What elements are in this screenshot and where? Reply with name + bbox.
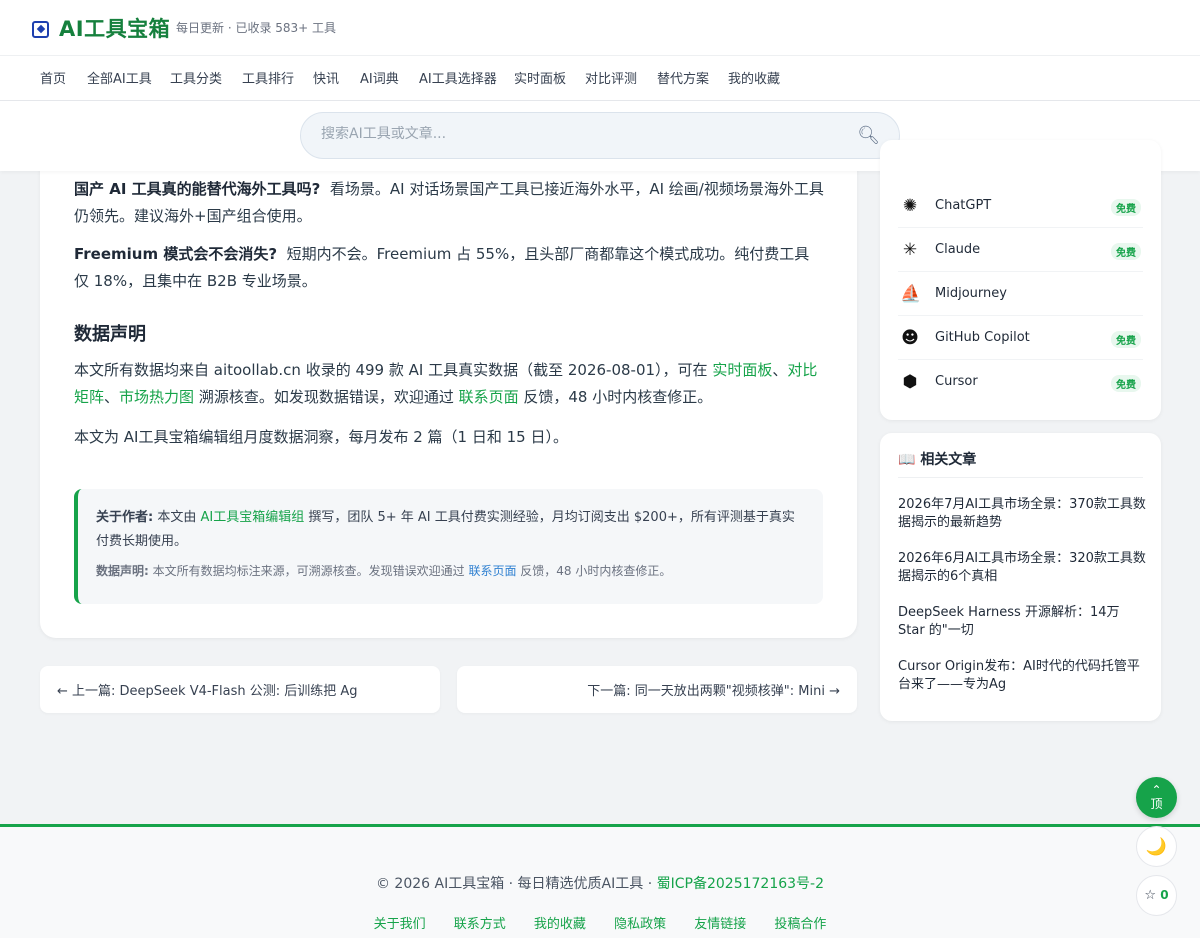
footer-link-about[interactable]: 关于我们 bbox=[374, 917, 426, 932]
author-link[interactable]: AI工具宝箱编辑组 bbox=[200, 510, 304, 525]
note-text: 反馈，48 小时内核查修正。 bbox=[516, 564, 672, 578]
author-text: 本文由 bbox=[153, 510, 201, 525]
footer-link-contact[interactable]: 联系方式 bbox=[454, 917, 506, 932]
separator: 、 bbox=[104, 388, 120, 406]
related-articles-card: 📖 相关文章 2026年7月AI工具市场全景：370款工具数据揭示的最新趋势 2… bbox=[880, 433, 1161, 721]
nav-item-alternatives[interactable]: 替代方案 bbox=[657, 68, 709, 87]
related-article-item[interactable]: DeepSeek Harness 开源解析：14万 Star 的"一切 bbox=[898, 604, 1148, 640]
author-info: 关于作者: 本文由 AI工具宝箱编辑组 撰写，团队 5+ 年 AI 工具付费实测… bbox=[96, 506, 804, 554]
copyright: © 2026 AI工具宝箱 · 每日精选优质AI工具 · 蜀ICP备202517… bbox=[0, 873, 1200, 893]
article-card: 国产 AI 工具真的能替代海外工具吗? 看场景。AI 对话场景国产工具已接近海外… bbox=[40, 120, 857, 638]
logo-text[interactable]: AI工具宝箱 bbox=[59, 13, 170, 43]
free-badge: 免费 bbox=[1111, 199, 1141, 216]
free-badge: 免费 bbox=[1111, 375, 1141, 392]
tool-item-github-copilot[interactable]: ☻ GitHub Copilot 免费 bbox=[898, 316, 1143, 360]
footer-link-friends[interactable]: 友情链接 bbox=[694, 917, 746, 932]
nav-item-news[interactable]: 快讯 bbox=[313, 68, 339, 87]
search-icon[interactable]: 🔍︎ bbox=[857, 125, 880, 146]
separator: 、 bbox=[772, 361, 788, 379]
chevron-up-icon: ⌃ bbox=[1151, 783, 1162, 797]
tool-name: GitHub Copilot bbox=[935, 330, 1030, 345]
footer-link-submit[interactable]: 投稿合作 bbox=[774, 917, 826, 932]
nav-item-live-dashboard[interactable]: 实时面板 bbox=[514, 68, 566, 87]
section-heading: 数据声明 bbox=[74, 324, 146, 345]
site-footer: © 2026 AI工具宝箱 · 每日精选优质AI工具 · 蜀ICP备202517… bbox=[0, 824, 1200, 938]
paragraph-text: 反馈，48 小时内核查修正。 bbox=[518, 388, 713, 406]
site-tagline: 每日更新 · 已收录 583+ 工具 bbox=[176, 21, 337, 35]
note-text: 本文所有数据均标注来源，可溯源核查。发现错误欢迎通过 bbox=[148, 564, 469, 578]
faq-question-1: 国产 AI 工具真的能替代海外工具吗? bbox=[74, 180, 321, 198]
tool-name: ChatGPT bbox=[935, 198, 992, 213]
book-icon: 📖 bbox=[898, 452, 916, 468]
tool-name: Claude bbox=[935, 242, 981, 257]
tool-item-claude[interactable]: ✳ Claude 免费 bbox=[898, 228, 1143, 272]
favorites-button[interactable]: ☆ 0 bbox=[1136, 875, 1177, 916]
main-nav: 首页 全部AI工具 工具分类 工具排行 快讯 AI词典 AI工具选择器 实时面板… bbox=[0, 56, 1200, 101]
faq-answer-2: Freemium 模式会不会消失? 短期内不会。Freemium 占 55%，且… bbox=[74, 241, 824, 295]
note-label: 数据声明: bbox=[96, 564, 149, 578]
author-data-note: 数据声明: 本文所有数据均标注来源，可溯源核查。发现错误欢迎通过 联系页面 反馈… bbox=[96, 562, 804, 579]
claude-icon: ✳ bbox=[902, 240, 918, 260]
tool-item-midjourney[interactable]: ⛵ Midjourney bbox=[898, 272, 1143, 316]
search-box[interactable]: 🔍︎ bbox=[300, 112, 900, 159]
github-copilot-icon: ☻ bbox=[901, 328, 919, 348]
nav-item-home[interactable]: 首页 bbox=[40, 68, 66, 87]
moon-icon: 🌙 bbox=[1145, 837, 1168, 857]
footer-link-favorites[interactable]: 我的收藏 bbox=[534, 917, 586, 932]
copyright-text: © 2026 AI工具宝箱 · 每日精选优质AI工具 · bbox=[375, 876, 657, 892]
footer-links: 关于我们 联系方式 我的收藏 隐私政策 友情链接 投稿合作 bbox=[0, 913, 1200, 932]
author-label: 关于作者: bbox=[96, 510, 154, 525]
popular-tools-card: ✺ ChatGPT 免费 ✳ Claude 免费 ⛵ Midjourney ☻ … bbox=[880, 140, 1161, 420]
note-contact-link[interactable]: 联系页面 bbox=[468, 564, 516, 578]
publishing-note: 本文为 AI工具宝箱编辑组月度数据洞察，每月发布 2 篇（1 日和 15 日）。 bbox=[74, 428, 568, 446]
search-input[interactable] bbox=[321, 126, 841, 142]
back-to-top-label: 顶 bbox=[1150, 797, 1163, 811]
nav-item-categories[interactable]: 工具分类 bbox=[170, 68, 222, 87]
chatgpt-icon: ✺ bbox=[902, 196, 918, 216]
prev-article-link[interactable]: ← 上一篇: DeepSeek V4-Flash 公测: 后训练把 Ag bbox=[40, 666, 440, 713]
tool-name: Cursor bbox=[935, 374, 978, 389]
divider bbox=[898, 477, 1143, 478]
tool-item-cursor[interactable]: ⬢ Cursor 免费 bbox=[898, 360, 1143, 404]
footer-link-privacy[interactable]: 隐私政策 bbox=[614, 917, 666, 932]
site-logo[interactable]: AI工具宝箱 bbox=[32, 13, 170, 43]
free-badge: 免费 bbox=[1111, 243, 1141, 260]
nav-item-compare[interactable]: 对比评测 bbox=[585, 68, 637, 87]
market-heatmap-link[interactable]: 市场热力图 bbox=[119, 388, 194, 406]
faq-answer-1: 国产 AI 工具真的能替代海外工具吗? 看场景。AI 对话场景国产工具已接近海外… bbox=[74, 176, 824, 230]
back-to-top-button[interactable]: ⌃ 顶 bbox=[1136, 777, 1177, 818]
related-title: 相关文章 bbox=[920, 452, 977, 468]
related-article-item[interactable]: 2026年6月AI工具市场全景：320款工具数据揭示的6个真相 bbox=[898, 550, 1148, 586]
star-icon: ☆ bbox=[1144, 888, 1157, 903]
dark-mode-toggle[interactable]: 🌙 bbox=[1136, 826, 1177, 867]
next-article-link[interactable]: 下一篇: 同一天放出两颗"视频核弹": Mini → bbox=[457, 666, 857, 713]
nav-item-all-tools[interactable]: 全部AI工具 bbox=[87, 68, 152, 87]
nav-item-favorites[interactable]: 我的收藏 bbox=[728, 68, 780, 87]
free-badge: 免费 bbox=[1111, 331, 1141, 348]
paragraph-text: 溯源核查。如发现数据错误，欢迎通过 bbox=[194, 388, 459, 406]
nav-item-ranking[interactable]: 工具排行 bbox=[242, 68, 294, 87]
live-dashboard-link[interactable]: 实时面板 bbox=[712, 361, 772, 379]
site-header: AI工具宝箱 每日更新 · 已收录 583+ 工具 bbox=[0, 0, 1200, 56]
related-articles-heading: 📖 相关文章 bbox=[898, 449, 976, 469]
favorites-count: 0 bbox=[1160, 888, 1169, 902]
nav-item-glossary[interactable]: AI词典 bbox=[360, 68, 399, 87]
paragraph-text: 本文所有数据均来自 aitoollab.cn 收录的 499 款 AI 工具真实… bbox=[74, 361, 713, 379]
midjourney-icon: ⛵ bbox=[900, 284, 922, 304]
icp-link[interactable]: 蜀ICP备2025172163号-2 bbox=[657, 876, 824, 892]
related-article-item[interactable]: 2026年7月AI工具市场全景：370款工具数据揭示的最新趋势 bbox=[898, 496, 1148, 532]
author-box: 关于作者: 本文由 AI工具宝箱编辑组 撰写，团队 5+ 年 AI 工具付费实测… bbox=[74, 489, 823, 604]
cursor-icon: ⬢ bbox=[902, 372, 918, 392]
logo-icon bbox=[32, 20, 49, 38]
tool-item-chatgpt[interactable]: ✺ ChatGPT 免费 bbox=[898, 184, 1143, 228]
contact-page-link[interactable]: 联系页面 bbox=[459, 388, 519, 406]
related-article-item[interactable]: Cursor Origin发布：AI时代的代码托管平台来了——专为Ag bbox=[898, 658, 1148, 694]
data-statement-paragraph: 本文所有数据均来自 aitoollab.cn 收录的 499 款 AI 工具真实… bbox=[74, 357, 824, 411]
tool-name: Midjourney bbox=[935, 286, 1007, 301]
nav-item-tool-selector[interactable]: AI工具选择器 bbox=[419, 68, 497, 87]
faq-question-2: Freemium 模式会不会消失? bbox=[74, 245, 278, 263]
